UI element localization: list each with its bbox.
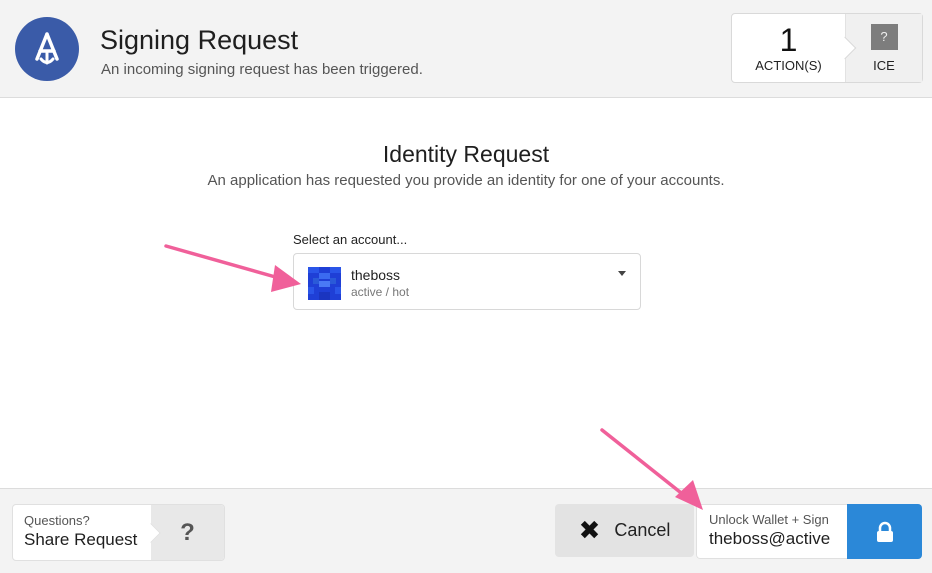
question-mark-icon: ? [151,505,224,560]
account-select[interactable]: theboss active / hot [293,253,641,310]
account-avatar [308,267,341,300]
account-permission: active / hot [351,285,410,299]
lock-icon [847,504,922,559]
share-request-button[interactable]: Questions? Share Request ? [12,504,225,561]
anchor-logo-icon [15,17,79,81]
close-icon: ✖ [578,515,601,545]
share-request-label: Share Request [24,530,138,549]
chain-indicator: ? ICE [845,14,922,82]
footer: Questions? Share Request ? ✖ Cancel Unlo… [0,488,932,573]
actions-number: 1 [779,22,798,58]
caret-down-icon [618,271,626,276]
cancel-button[interactable]: ✖ Cancel [555,504,694,557]
page-title: Signing Request [100,25,299,55]
actions-summary: 1 ACTION(S) ? ICE [731,13,923,83]
unlock-sign-text: Unlock Wallet + Sign theboss@active [696,504,847,559]
arrow-to-account-select [164,244,301,292]
sign-account-label: theboss@active [709,529,831,548]
account-name: theboss [351,267,401,283]
page-subtitle: An incoming signing request has been tri… [101,61,423,78]
chain-label: ICE [873,57,895,73]
unlock-label: Unlock Wallet + Sign [709,512,829,527]
header: Signing Request An incoming signing requ… [0,0,932,98]
share-request-text: Questions? Share Request [13,505,151,560]
request-title: Identity Request [382,141,550,167]
actions-count: 1 ACTION(S) [732,14,857,82]
unlock-sign-button[interactable]: Unlock Wallet + Sign theboss@active [696,504,922,559]
cancel-label: Cancel [614,520,671,540]
actions-label: ACTION(S) [755,58,822,73]
request-subtitle: An application has requested you provide… [207,172,725,189]
questions-label: Questions? [24,513,90,528]
unknown-chain-icon: ? [870,23,898,50]
account-select-label: Select an account... [293,232,408,247]
